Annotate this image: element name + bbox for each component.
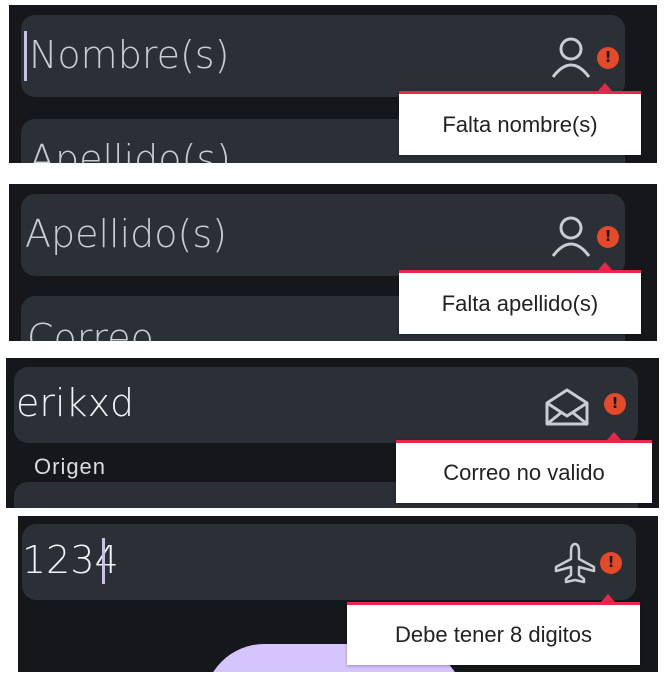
panel-correo: erikxd Origen Correo no valido <box>6 358 659 508</box>
error-icon <box>604 393 626 415</box>
error-tooltip: Falta apellido(s) <box>399 270 641 334</box>
tooltip-arrow <box>598 262 612 270</box>
correo-placeholder-partial: Correo <box>27 316 154 341</box>
nombre-placeholder: Nombre(s) <box>29 33 230 77</box>
apellido-placeholder: Apellido(s) <box>25 212 227 256</box>
apellido-placeholder-partial: Apellido(s) <box>29 137 231 163</box>
correo-value: erikxd <box>16 381 135 425</box>
origen-label: Origen <box>34 454 107 479</box>
error-tooltip: Falta nombre(s) <box>399 91 641 155</box>
error-icon <box>597 226 619 248</box>
text-caret <box>102 538 105 584</box>
airplane-icon <box>554 542 596 584</box>
correo-field[interactable]: erikxd <box>14 367 638 443</box>
panel-nombre: Nombre(s) Apellido(s) Falta nombre(s) <box>9 5 657 163</box>
tooltip-arrow <box>598 83 612 91</box>
panel-apellido: Apellido(s) Correo Falta apellido(s) <box>9 184 657 341</box>
error-tooltip: Correo no valido <box>396 440 652 503</box>
error-icon <box>597 47 619 69</box>
apellido-field[interactable]: Apellido(s) <box>21 194 625 276</box>
error-tooltip: Debe tener 8 digitos <box>347 602 640 665</box>
text-caret <box>24 31 27 81</box>
envelope-open-icon <box>545 388 589 426</box>
error-icon <box>600 552 622 574</box>
person-icon <box>551 37 591 78</box>
panel-telefono: 1234 Debe tener 8 digitos <box>18 516 658 672</box>
person-icon <box>551 216 591 257</box>
tooltip-arrow <box>601 594 615 602</box>
nombre-field[interactable]: Nombre(s) <box>21 15 625 97</box>
telefono-field[interactable]: 1234 <box>22 524 636 600</box>
tooltip-arrow <box>607 432 621 440</box>
